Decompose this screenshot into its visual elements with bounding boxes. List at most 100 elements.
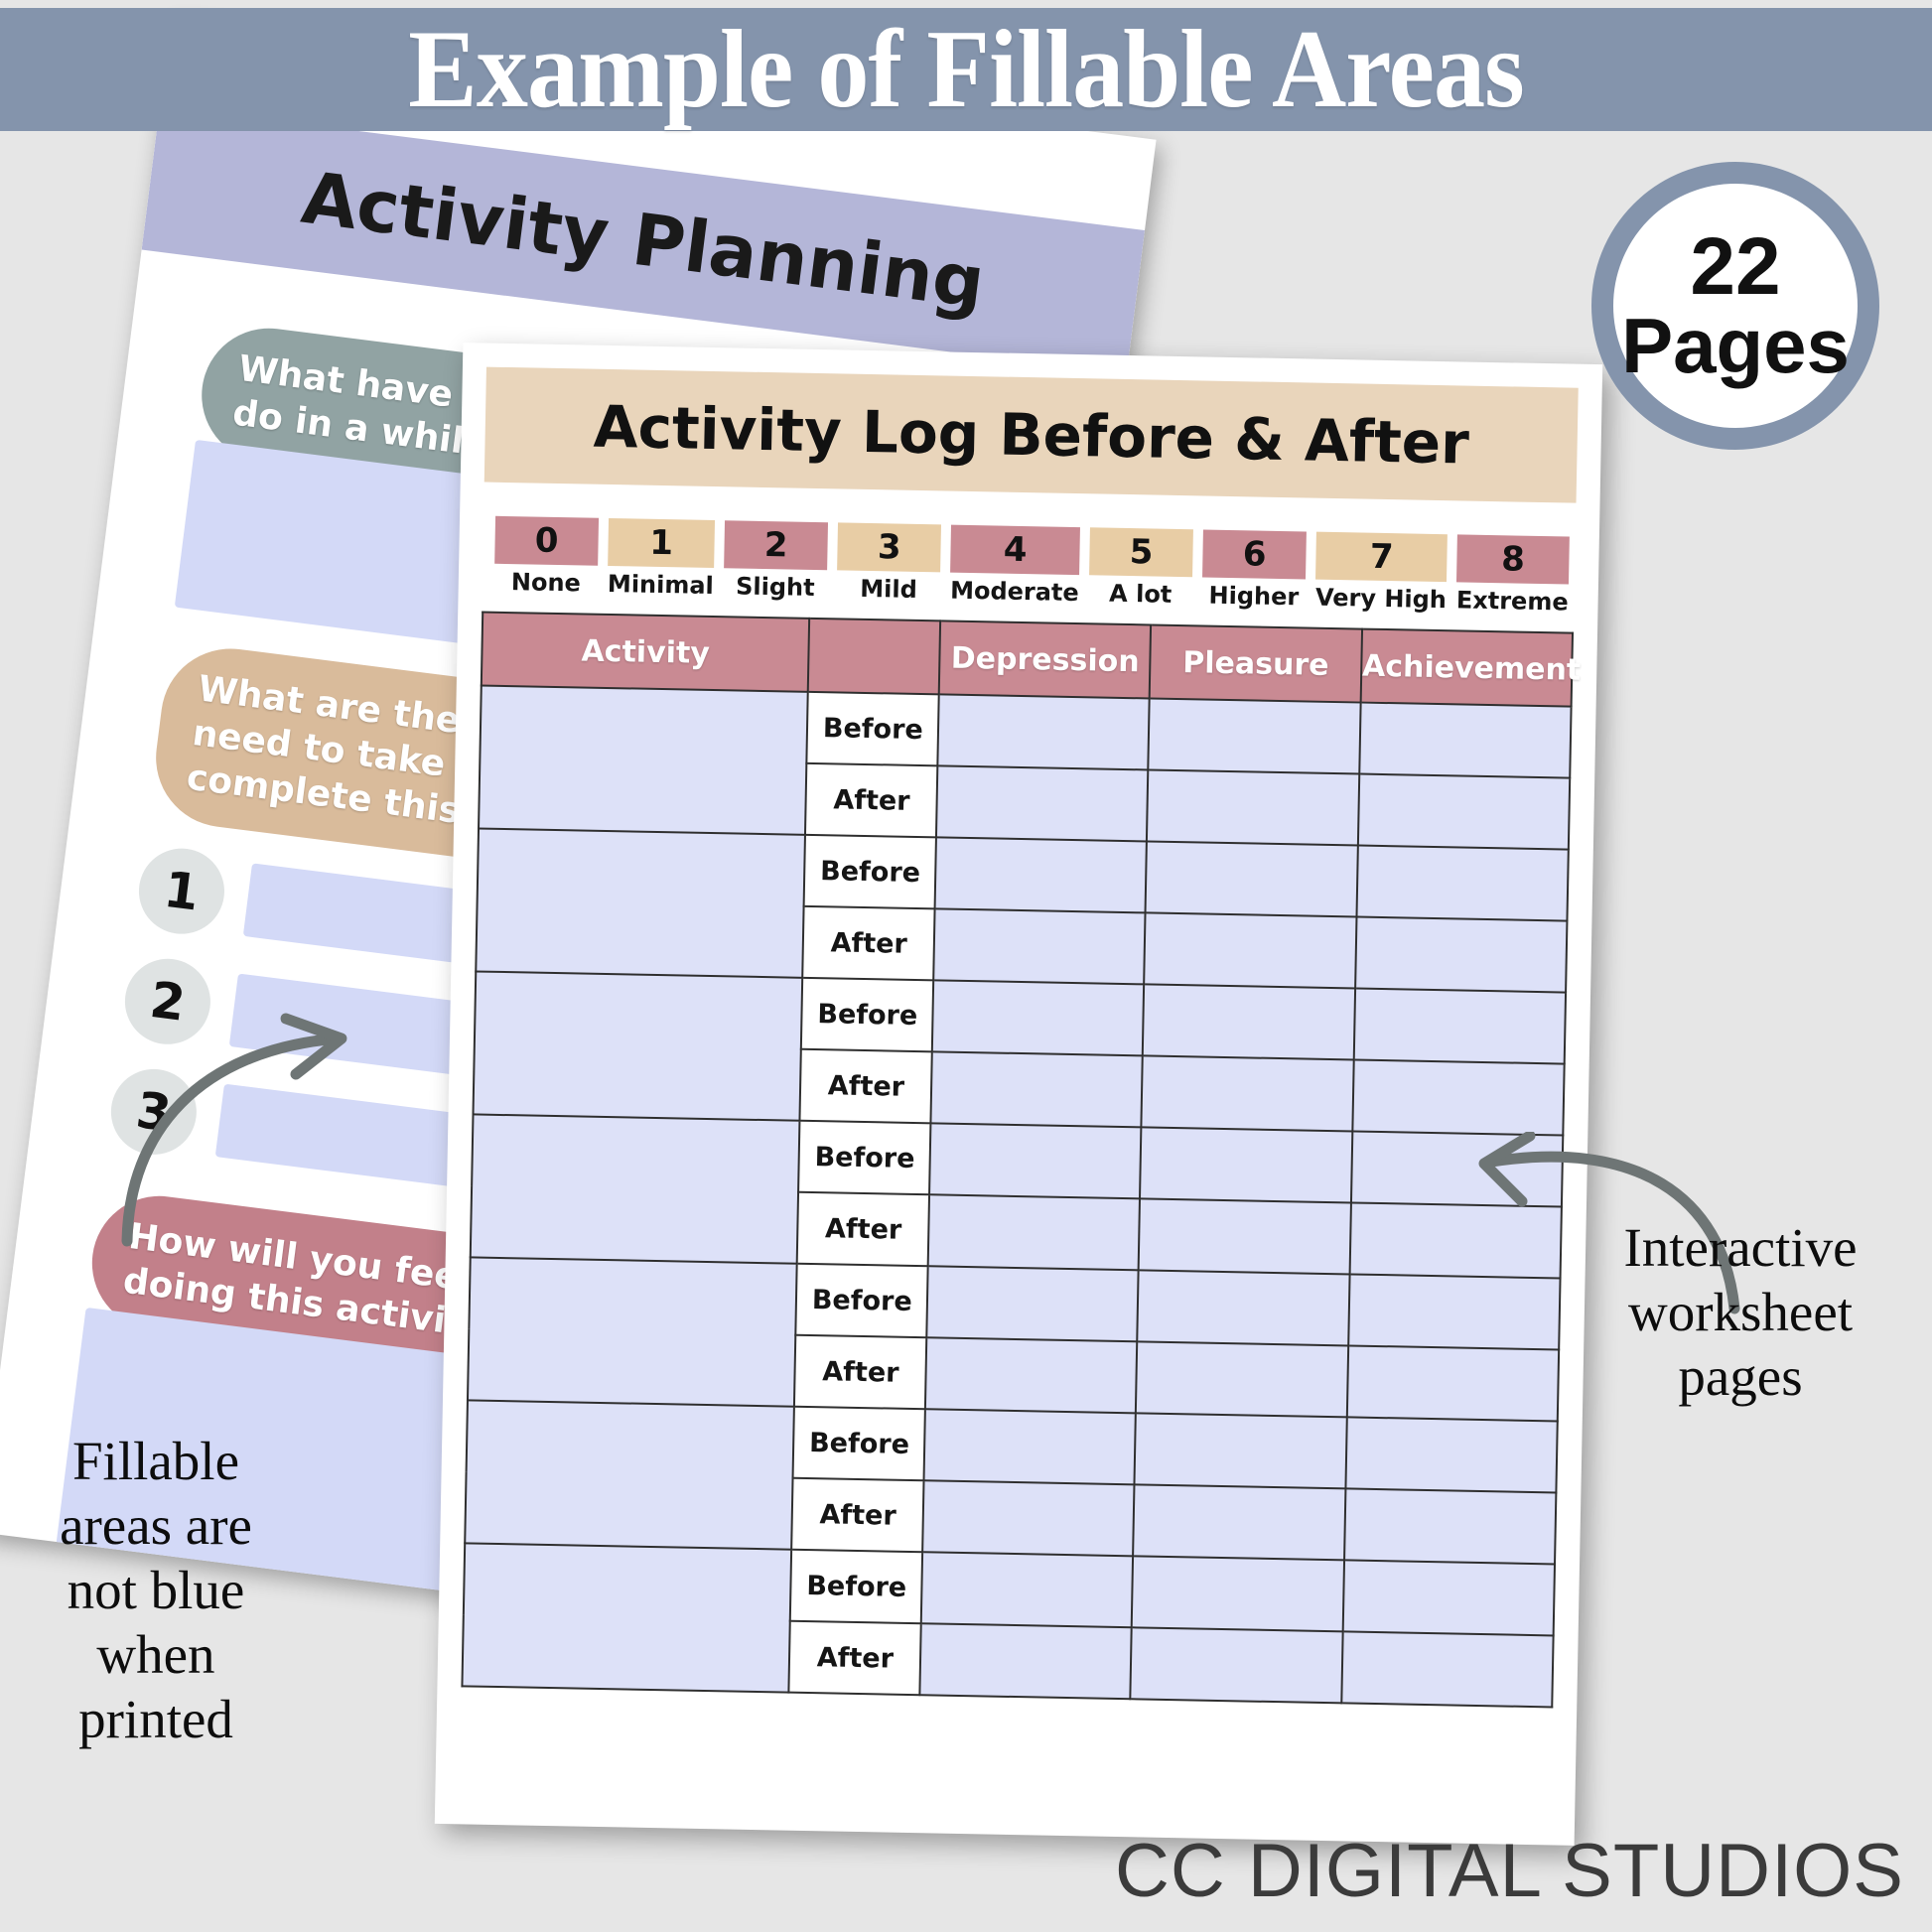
fillable-achievement-cell[interactable] <box>1343 1488 1557 1565</box>
fillable-pleasure-cell[interactable] <box>1145 841 1358 917</box>
scale-item-1: 1 Minimal <box>607 517 716 601</box>
fillable-pleasure-cell[interactable] <box>1136 1341 1348 1418</box>
scale-item-5: 5A lot <box>1088 527 1194 609</box>
fillable-depression-cell[interactable] <box>934 837 1148 913</box>
fillable-depression-cell[interactable] <box>919 1623 1133 1700</box>
scale-value-1: 1 <box>608 517 716 569</box>
fillable-depression-cell[interactable] <box>930 1051 1144 1128</box>
fillable-achievement-cell[interactable] <box>1350 1131 1564 1207</box>
header-banner: Example of Fillable Areas <box>0 8 1932 131</box>
fillable-depression-cell[interactable] <box>920 1552 1134 1628</box>
fillable-activity-cell[interactable] <box>467 1257 798 1407</box>
fillable-achievement-cell[interactable] <box>1347 1274 1561 1350</box>
pages-count-number: 22 <box>1690 220 1781 312</box>
fillable-pleasure-cell[interactable] <box>1132 1556 1344 1632</box>
scale-item-8: 8 Extreme <box>1455 534 1570 617</box>
rating-scale-legend: 0 None 1 Minimal 2 Slight 3 Mild 4 Moderate 5 A lot… <box>494 515 1570 617</box>
scale-value-4: 4 <box>950 524 1080 576</box>
pages-count-badge: 22 Pages <box>1591 162 1879 450</box>
fillable-achievement-cell[interactable] <box>1354 916 1568 993</box>
phase-label-before: Before <box>795 1263 928 1338</box>
fillable-pleasure-cell[interactable] <box>1133 1484 1346 1561</box>
phase-label-after: After <box>799 1048 933 1124</box>
phase-label-after: After <box>788 1620 921 1696</box>
phase-label-before: Before <box>792 1406 926 1481</box>
fillable-achievement-cell[interactable] <box>1352 1059 1565 1136</box>
fillable-depression-cell[interactable] <box>929 1123 1142 1199</box>
column-header-achievement: Achievement <box>1360 628 1582 707</box>
scale-label-1: Minimal <box>607 569 715 601</box>
fillable-achievement-cell[interactable] <box>1342 1560 1556 1636</box>
phase-label-before: Before <box>804 834 937 909</box>
table-body: Before After Before After Before After Before A… <box>462 685 1572 1708</box>
front-page-title: Activity Log Before & After <box>593 392 1470 478</box>
fillable-pleasure-cell[interactable] <box>1140 1127 1353 1203</box>
fillable-pleasure-cell[interactable] <box>1144 912 1357 989</box>
scale-item-7: 7 Very High <box>1314 531 1449 615</box>
fillable-depression-cell[interactable] <box>932 980 1145 1056</box>
fillable-depression-cell[interactable] <box>923 1409 1137 1485</box>
fillable-achievement-cell[interactable] <box>1357 773 1571 850</box>
scale-item-3: 3 Mild <box>837 522 942 604</box>
fillable-depression-cell[interactable] <box>937 694 1151 770</box>
page-title: Example of Fillable Areas <box>408 8 1524 131</box>
scale-item-2: 2 Slight <box>724 520 829 602</box>
fillable-depression-cell[interactable] <box>936 765 1149 842</box>
phase-label-after: After <box>794 1334 927 1410</box>
front-page-title-band: Activity Log Before & After <box>483 366 1579 503</box>
pages-count-label: Pages <box>1621 302 1850 390</box>
footer-brand: CC DIGITAL STUDIOS <box>1115 1829 1904 1913</box>
step-number-1: 1 <box>133 843 230 939</box>
phase-label-before: Before <box>806 691 939 766</box>
fillable-achievement-cell[interactable] <box>1353 988 1567 1064</box>
scale-label-4: Moderate <box>949 576 1079 608</box>
fillable-pleasure-cell[interactable] <box>1134 1413 1347 1489</box>
fillable-pleasure-cell[interactable] <box>1148 698 1361 774</box>
fillable-pleasure-cell[interactable] <box>1143 984 1355 1060</box>
fillable-achievement-cell[interactable] <box>1340 1631 1554 1708</box>
fillable-activity-cell[interactable] <box>465 1400 795 1550</box>
fillable-depression-cell[interactable] <box>927 1194 1141 1271</box>
activity-log-page[interactable]: Activity Log Before & After 0 None 1 Minima… <box>434 343 1603 1846</box>
scale-label-8: Extreme <box>1455 586 1569 617</box>
phase-label-before: Before <box>790 1549 923 1624</box>
step-number-2: 2 <box>119 953 215 1049</box>
scale-value-8: 8 <box>1456 534 1570 585</box>
phase-label-after: After <box>802 905 935 981</box>
scale-label-5: A lot <box>1108 579 1173 609</box>
scale-value-2: 2 <box>724 520 829 571</box>
scale-label-3: Mild <box>860 574 918 604</box>
fillable-depression-cell[interactable] <box>922 1480 1135 1557</box>
fillable-activity-cell[interactable] <box>476 828 806 978</box>
fillable-activity-cell[interactable] <box>470 1114 800 1264</box>
fillable-achievement-cell[interactable] <box>1358 702 1572 778</box>
fillable-activity-cell[interactable] <box>462 1543 792 1693</box>
scale-label-7: Very High <box>1314 583 1448 615</box>
left-annotation-text: Fillable areas are not blue when printed <box>60 1431 252 1749</box>
fillable-depression-cell[interactable] <box>926 1266 1140 1342</box>
phase-label-after: After <box>791 1477 924 1553</box>
fillable-depression-cell[interactable] <box>933 908 1146 985</box>
fillable-achievement-cell[interactable] <box>1356 845 1569 921</box>
phase-label-before: Before <box>798 1120 931 1195</box>
fillable-pleasure-cell[interactable] <box>1147 769 1359 846</box>
column-header-depression: Depression <box>938 621 1152 699</box>
fillable-achievement-cell[interactable] <box>1345 1417 1558 1493</box>
scale-value-7: 7 <box>1315 531 1449 583</box>
phase-label-before: Before <box>801 977 934 1052</box>
phase-label-after: After <box>805 762 938 838</box>
fillable-pleasure-cell[interactable] <box>1137 1270 1350 1346</box>
fillable-pleasure-cell[interactable] <box>1130 1627 1343 1704</box>
fillable-activity-cell[interactable] <box>479 685 809 835</box>
fillable-achievement-cell[interactable] <box>1346 1345 1560 1422</box>
column-header-phase <box>808 618 941 695</box>
scale-item-4: 4 Moderate <box>949 524 1080 608</box>
scale-value-3: 3 <box>837 522 942 573</box>
fillable-activity-cell[interactable] <box>473 971 803 1121</box>
fillable-depression-cell[interactable] <box>925 1337 1138 1414</box>
phase-label-after: After <box>797 1191 930 1267</box>
fillable-achievement-cell[interactable] <box>1349 1202 1562 1279</box>
fillable-pleasure-cell[interactable] <box>1139 1198 1351 1275</box>
fillable-pleasure-cell[interactable] <box>1141 1055 1354 1132</box>
scale-item-6: 6 Higher <box>1202 529 1308 611</box>
